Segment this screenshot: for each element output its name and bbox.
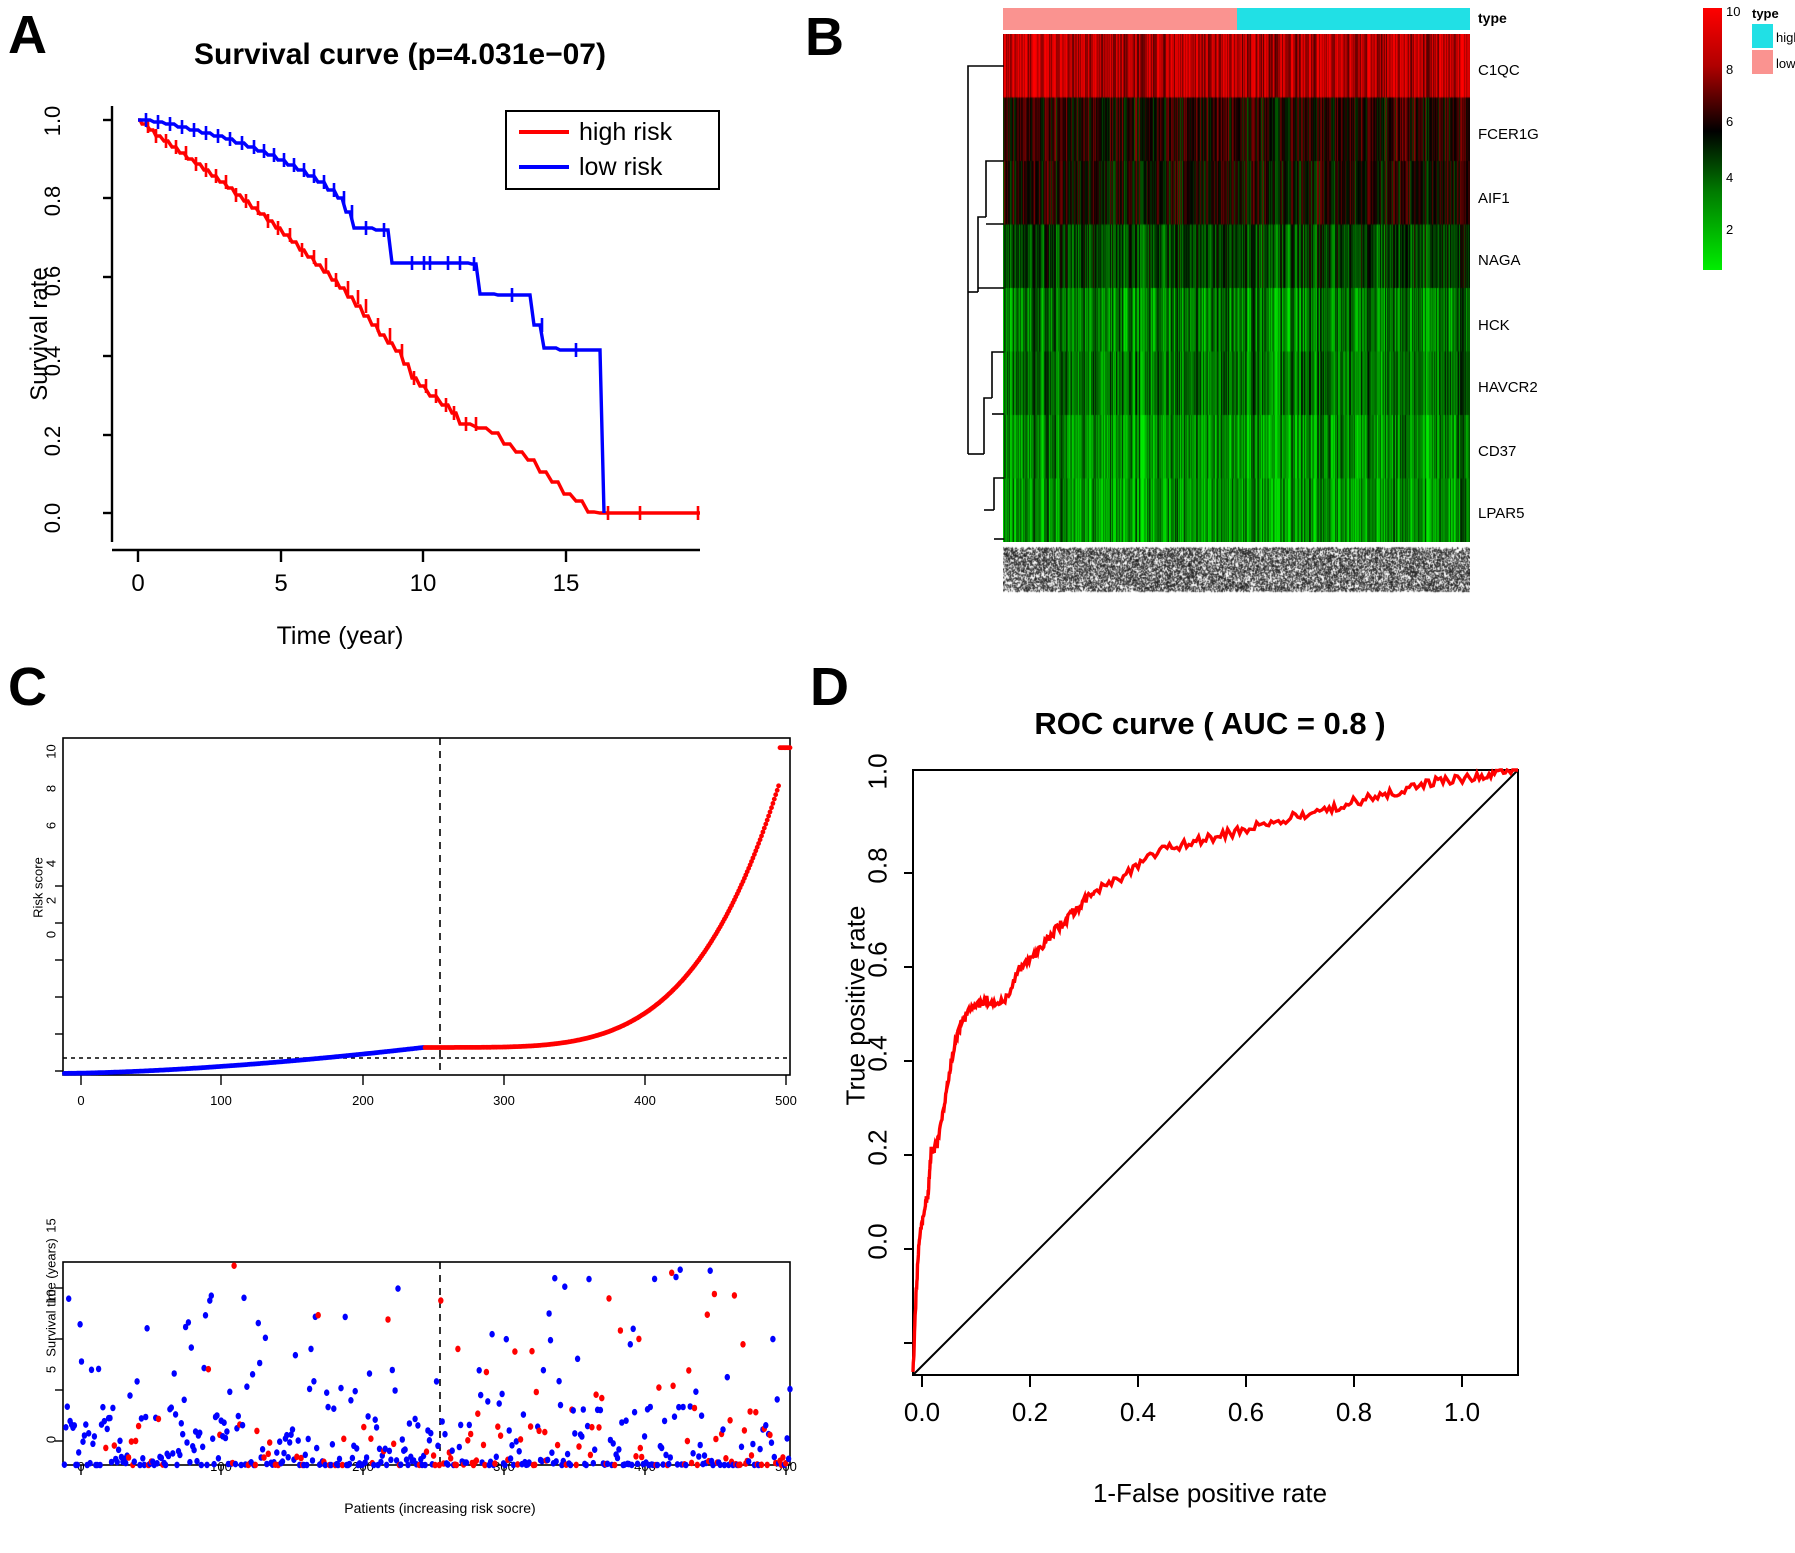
panel-a-xlabel: Time (year) (276, 622, 404, 650)
panel-b-type-legend-low-label: low (1776, 56, 1795, 71)
panel-b-row-label-2: AIF1 (1478, 190, 1510, 207)
panel-b-row-label-6: CD37 (1478, 443, 1517, 460)
panel-d-xlabel: 1-False positive rate (1092, 1478, 1328, 1508)
panel-c-top-plot (55, 737, 793, 1085)
annotation-high-segment (1236, 8, 1470, 30)
annotation-low-segment (1003, 8, 1237, 30)
panel-b-row-label-5: HAVCR2 (1478, 379, 1538, 396)
panel-b-label: B (805, 7, 844, 67)
panel-c-bottom-xlabel: Patients (increasing risk socre) (344, 1500, 536, 1516)
panel-b-type-legend-title: type (1752, 6, 1779, 21)
panel-b-colorbar-tick-6: 6 (1726, 114, 1734, 129)
panel-b-dendrogram (967, 65, 1004, 540)
panel-c-bottom-plot (55, 1261, 793, 1475)
legend-label-high-risk: high risk (579, 118, 673, 146)
panel-b-type-legend-high-swatch (1752, 24, 1773, 48)
legend-line-high-risk (519, 130, 569, 134)
panel-b-heatmap (1003, 34, 1470, 542)
panel-b-row-label-7: LPAR5 (1478, 505, 1525, 522)
panel-a-legend: high risk low risk (505, 110, 720, 190)
panel-b-colorbar-tick-4: 4 (1726, 170, 1734, 185)
panel-b-sample-labels (1003, 543, 1470, 595)
panel-b-row-label-3: NAGA (1478, 252, 1521, 269)
panel-d-plot (904, 767, 1519, 1387)
panel-b-colorbar-tick-2: 2 (1726, 222, 1734, 237)
legend-label-low-risk: low risk (579, 153, 663, 181)
panel-a-plot (103, 106, 700, 562)
panel-b-colorbar-tick-8: 8 (1726, 62, 1734, 77)
panel-b-annotation-bar (1003, 8, 1470, 30)
panel-b-row-label-1: FCER1G (1478, 126, 1539, 143)
panel-b-type-legend-low-swatch (1752, 50, 1773, 74)
panel-b-colorbar-tick-10: 10 (1726, 4, 1741, 19)
panel-b-type-legend-high-label: high (1776, 30, 1795, 45)
legend-line-low-risk (519, 165, 569, 169)
panel-b-type-header: type (1478, 10, 1507, 26)
panel-b-row-label-4: HCK (1478, 317, 1510, 334)
panel-b-colorbar (1703, 8, 1722, 270)
panel-b-row-label-0: C1QC (1478, 62, 1520, 79)
